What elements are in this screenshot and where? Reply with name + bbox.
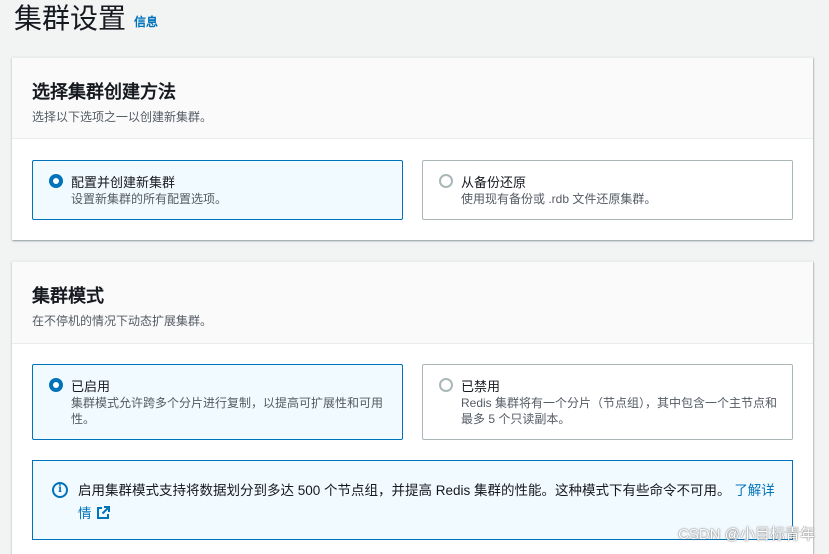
info-icon: i: [52, 482, 68, 498]
cluster-mode-disabled-option[interactable]: 已禁用 Redis 集群将有一个分片（节点组），其中包含一个主节点和最多 5 个…: [422, 364, 793, 440]
creation-method-header: 选择集群创建方法 选择以下选项之一以创建新集群。: [12, 58, 813, 139]
cluster-mode-description: 在不停机的情况下动态扩展集群。: [32, 314, 213, 328]
cluster-mode-header: 集群模式 在不停机的情况下动态扩展集群。: [12, 262, 813, 344]
alert-message: 启用集群模式支持将数据划分到多达 500 个节点组，并提高 Redis 集群的性…: [78, 483, 731, 498]
option-label: 配置并创建新集群: [71, 175, 176, 190]
cluster-mode-panel: 集群模式 在不停机的情况下动态扩展集群。 已启用 集群模式允许跨多个分片进行复制…: [12, 261, 813, 554]
alert-text: 启用集群模式支持将数据划分到多达 500 个节点组，并提高 Redis 集群的性…: [78, 479, 778, 525]
radio-selected-icon[interactable]: [49, 174, 63, 188]
radio-unselected-icon[interactable]: [439, 378, 453, 392]
creation-method-panel: 选择集群创建方法 选择以下选项之一以创建新集群。 配置并创建新集群 设置新集群的…: [12, 57, 813, 240]
option-label: 已禁用: [461, 379, 501, 394]
page-header: 集群设置 信息: [14, 2, 158, 36]
option-description: Redis 集群将有一个分片（节点组），其中包含一个主节点和最多 5 个只读副本…: [461, 396, 778, 426]
page-title: 集群设置: [14, 3, 127, 34]
option-description: 使用现有备份或 .rdb 文件还原集群。: [461, 192, 657, 206]
radio-unselected-icon[interactable]: [439, 174, 453, 188]
creation-method-title: 选择集群创建方法: [32, 82, 176, 102]
option-label: 已启用: [71, 379, 111, 394]
creation-method-description: 选择以下选项之一以创建新集群。: [32, 110, 213, 124]
info-link[interactable]: 信息: [134, 13, 158, 30]
create-new-cluster-option[interactable]: 配置并创建新集群 设置新集群的所有配置选项。: [32, 160, 403, 220]
watermark: CSDN @小目标青年: [678, 526, 815, 543]
option-description: 设置新集群的所有配置选项。: [71, 192, 228, 206]
restore-from-backup-option[interactable]: 从备份还原 使用现有备份或 .rdb 文件还原集群。: [422, 160, 793, 220]
cluster-mode-enabled-option[interactable]: 已启用 集群模式允许跨多个分片进行复制，以提高可扩展性和可用性。: [32, 364, 403, 440]
cluster-mode-title: 集群模式: [32, 286, 104, 306]
option-description: 集群模式允许跨多个分片进行复制，以提高可扩展性和可用性。: [71, 396, 384, 426]
external-link-icon: [96, 506, 110, 519]
option-label: 从备份还原: [461, 175, 527, 190]
radio-selected-icon[interactable]: [49, 378, 63, 392]
